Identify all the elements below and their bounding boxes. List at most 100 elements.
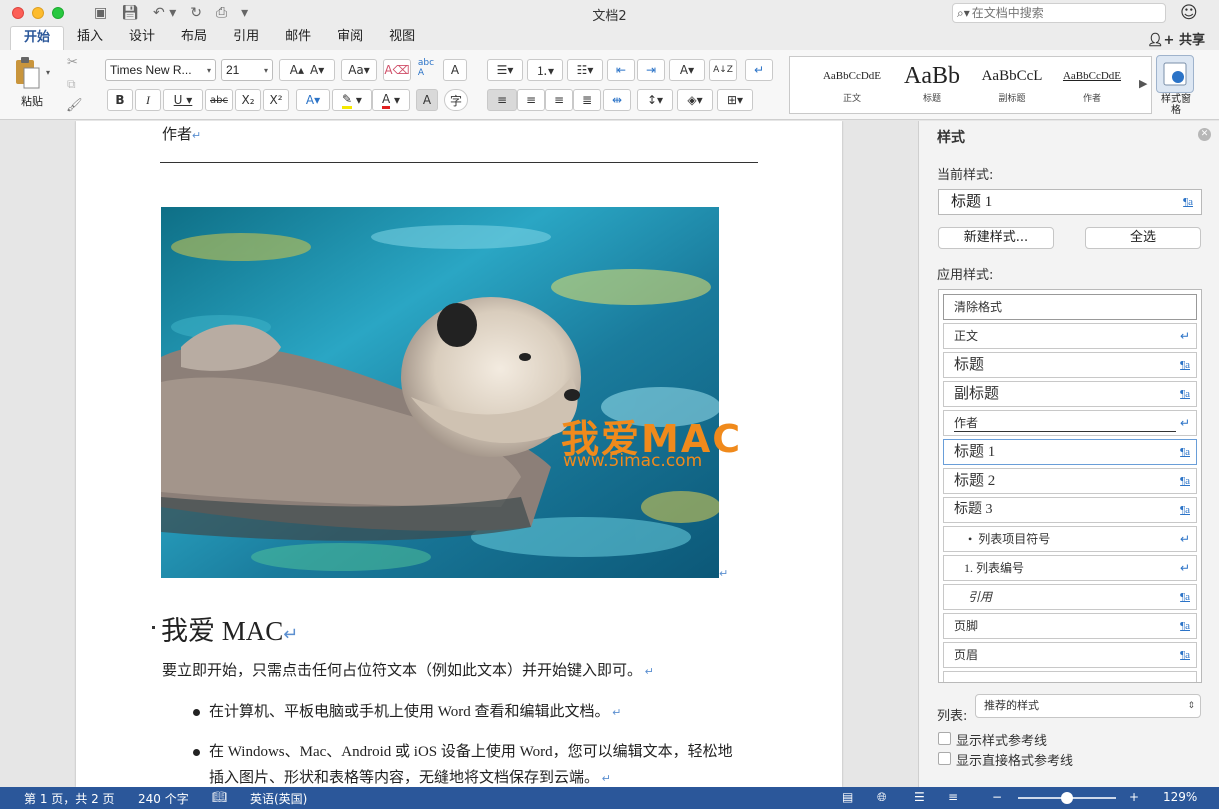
proofing-icon[interactable]: 📖︎	[212, 790, 227, 804]
select-all-button[interactable]: 全选	[1085, 227, 1201, 249]
tab-mailings[interactable]: 邮件	[272, 26, 324, 50]
phonetic-guide-button[interactable]: 字	[444, 89, 468, 111]
sort-icon[interactable]: A↓Z	[709, 59, 737, 81]
list-filter-select[interactable]: 推荐的样式 ⇕	[975, 694, 1201, 718]
align-right-icon[interactable]: ≡	[545, 89, 573, 111]
tab-design[interactable]: 设计	[116, 26, 168, 50]
tab-review[interactable]: 审阅	[324, 26, 376, 50]
bullets-icon[interactable]: ☰▾	[487, 59, 523, 81]
show-paragraph-marks-icon[interactable]: ↵	[745, 59, 773, 81]
tab-home[interactable]: 开始	[10, 26, 65, 50]
tab-view[interactable]: 视图	[376, 26, 428, 50]
feedback-smiley-icon[interactable]: ☺	[1180, 3, 1198, 23]
style-item-normal[interactable]: 正文 ↵	[943, 323, 1197, 349]
share-button[interactable]: 👤︎+ 共享	[1147, 29, 1205, 48]
document-search[interactable]: ⌕▾	[952, 3, 1166, 23]
style-item-header[interactable]: 页眉 ¶a	[943, 642, 1197, 668]
clear-formatting-icon[interactable]: A⌫	[383, 59, 411, 81]
increase-indent-icon[interactable]: ⇥	[637, 59, 665, 81]
character-shading-button[interactable]: A	[416, 89, 438, 111]
style-gallery-item-author[interactable]: AaBbCcDdE 作者	[1056, 61, 1128, 109]
format-painter-icon[interactable]: 🖌︎	[66, 98, 83, 113]
zoom-slider-thumb[interactable]	[1061, 792, 1073, 804]
style-item-heading-1[interactable]: 标题 1 ¶a	[943, 439, 1197, 465]
gallery-next-icon[interactable]: ▶	[1139, 77, 1147, 90]
font-name-select[interactable]: Times New R... ▾	[105, 59, 216, 81]
language-indicator[interactable]: 英语(英国)	[250, 790, 307, 807]
sidebar-toggle-icon[interactable]: ▣	[94, 5, 107, 21]
distribute-icon[interactable]: ⇹	[603, 89, 631, 111]
bold-button[interactable]: B	[107, 89, 133, 111]
zoom-window-button[interactable]	[52, 7, 64, 19]
zoom-in-icon[interactable]: +	[1129, 790, 1139, 804]
save-icon[interactable]: 💾︎	[121, 5, 139, 21]
style-item-heading-2[interactable]: 标题 2 ¶a	[943, 468, 1197, 494]
author-line[interactable]: 作者↵	[162, 123, 201, 144]
zoom-out-icon[interactable]: −	[992, 790, 1002, 804]
close-window-button[interactable]	[12, 7, 24, 19]
style-list[interactable]: 清除格式 正文 ↵ 标题 ¶a 副标题 ¶a 作者 ↵ 标题 1 ¶a 标题 2 ¶a 标题…	[938, 289, 1202, 683]
paste-icon[interactable]	[14, 56, 42, 90]
underline-button[interactable]: U ▾	[163, 89, 203, 111]
superscript-button[interactable]: X²	[263, 89, 289, 111]
customize-toolbar-icon[interactable]: ▾	[241, 5, 248, 21]
style-item-heading-3[interactable]: 标题 3 ¶a	[943, 497, 1197, 523]
list-item[interactable]: 在计算机、平板电脑或手机上使用 Word 查看和编辑此文档。 ↵	[209, 699, 769, 726]
document-canvas[interactable]: 作者↵ 我爱MAC www.5imac.com ↵ 我爱 MAC↵ 要立即开始，…	[0, 121, 918, 787]
multilevel-list-icon[interactable]: ☷▾	[567, 59, 603, 81]
style-item-footer[interactable]: 页脚 ¶a	[943, 613, 1197, 639]
show-style-guides-checkbox[interactable]	[938, 732, 951, 745]
subscript-button[interactable]: X₂	[235, 89, 261, 111]
text-box-icon[interactable]: A	[443, 59, 467, 81]
show-direct-formatting-checkbox[interactable]	[938, 752, 951, 765]
redo-icon[interactable]: ↻	[190, 5, 202, 21]
tab-insert[interactable]: 插入	[64, 26, 116, 50]
font-size-select[interactable]: 21 ▾	[221, 59, 273, 81]
new-style-button[interactable]: 新建样式...	[938, 227, 1054, 249]
justify-icon[interactable]: ≣	[573, 89, 601, 111]
intro-paragraph[interactable]: 要立即开始，只需点击任何占位符文本（例如此文本）并开始键入即可。 ↵	[162, 659, 654, 680]
cut-icon[interactable]: ✂	[67, 55, 78, 70]
draft-view-icon[interactable]: ≡	[948, 790, 958, 804]
align-left-icon[interactable]: ≡	[487, 89, 517, 111]
document-page[interactable]: 作者↵ 我爱MAC www.5imac.com ↵ 我爱 MAC↵ 要立即开始，…	[76, 121, 842, 787]
tab-layout[interactable]: 布局	[168, 26, 220, 50]
change-case-icon[interactable]: Aa▾	[341, 59, 377, 81]
style-item-subtitle[interactable]: 副标题 ¶a	[943, 381, 1197, 407]
align-center-icon[interactable]: ≡	[517, 89, 545, 111]
style-gallery-item-subtitle[interactable]: AaBbCcL 副标题	[976, 61, 1048, 109]
list-item[interactable]: 在 Windows、Mac、Android 或 iOS 设备上使用 Word，您…	[209, 739, 769, 787]
zoom-level[interactable]: 129%	[1163, 790, 1197, 804]
shading-icon[interactable]: ◈▾	[677, 89, 713, 111]
style-item-list-bullet[interactable]: • 列表项目符号 ↵	[943, 526, 1197, 552]
borders-icon[interactable]: ⊞▾	[717, 89, 753, 111]
font-color-icon[interactable]: A ▾	[372, 89, 410, 111]
style-gallery-item-title[interactable]: AaBb 标题	[896, 61, 968, 109]
paste-dropdown-icon[interactable]: ▾	[46, 68, 50, 77]
italic-button[interactable]: I	[135, 89, 161, 111]
style-item-partial[interactable]	[943, 671, 1197, 682]
text-effects-icon[interactable]: A▾	[296, 89, 330, 111]
style-item-quote[interactable]: 引用 ¶a	[943, 584, 1197, 610]
current-style-field[interactable]: 标题 1 ¶a	[938, 189, 1202, 215]
tab-references[interactable]: 引用	[220, 26, 272, 50]
copy-icon[interactable]: ⧉	[67, 77, 76, 92]
heading-1[interactable]: 我爱 MAC↵	[161, 609, 298, 648]
spelling-icon[interactable]: abc A	[413, 57, 439, 79]
web-layout-view-icon[interactable]: 🌐︎	[877, 790, 887, 805]
grow-font-icon[interactable]: A▴	[290, 63, 304, 77]
strikethrough-button[interactable]: abc	[205, 89, 233, 111]
outline-view-icon[interactable]: ☰	[914, 790, 925, 804]
sea-otter-photo[interactable]	[161, 207, 719, 578]
style-item-author[interactable]: 作者 ↵	[943, 410, 1197, 436]
print-icon[interactable]: ⎙	[216, 5, 227, 21]
numbering-icon[interactable]: ⒈▾	[527, 59, 563, 81]
style-item-list-number[interactable]: 1. 列表编号 ↵	[943, 555, 1197, 581]
shrink-font-icon[interactable]: A▾	[310, 63, 324, 77]
decrease-indent-icon[interactable]: ⇤	[607, 59, 635, 81]
undo-icon[interactable]: ↶ ▾	[153, 5, 176, 21]
print-layout-view-icon[interactable]: ▤	[842, 790, 853, 804]
close-icon[interactable]: ✕	[1198, 128, 1211, 141]
page-count[interactable]: 第 1 页，共 2 页	[24, 790, 115, 807]
style-gallery-item-normal[interactable]: AaBbCcDdE 正文	[816, 61, 888, 109]
